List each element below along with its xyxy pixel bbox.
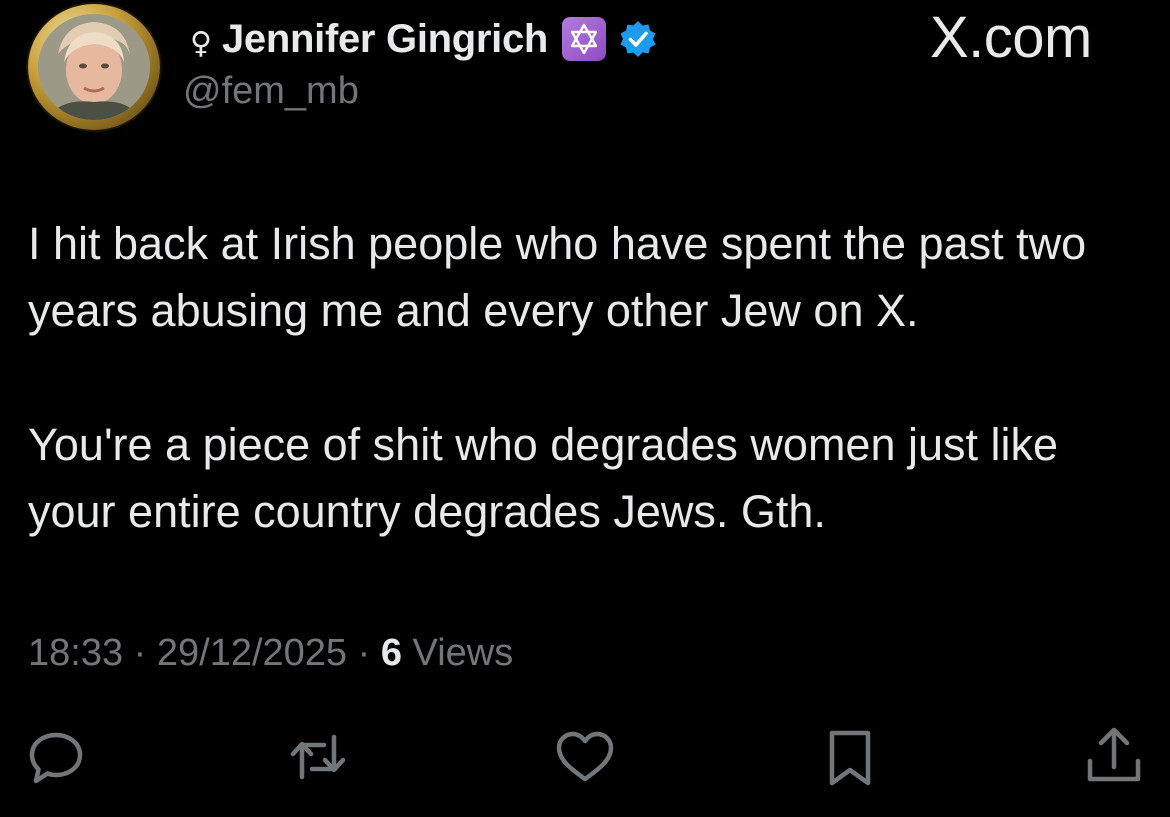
meta-separator: · (347, 632, 381, 674)
views-count: 6 (380, 632, 402, 674)
bookmark-icon[interactable] (818, 725, 882, 789)
avatar-photo (38, 14, 150, 120)
gender-symbol: ♀ (190, 25, 212, 61)
tweet-meta: 18:33 · 29/12/2025 · 6 Views (28, 632, 513, 675)
views-label: Views (412, 632, 514, 674)
avatar[interactable] (28, 4, 160, 130)
star-of-david-icon (562, 17, 607, 61)
author-name-row[interactable]: ♀ Jennifer Gingrich (190, 14, 658, 64)
reply-icon[interactable] (24, 725, 88, 789)
tweet-paragraph: I hit back at Irish people who have spen… (28, 218, 1087, 336)
handle[interactable]: @fem_mb (183, 70, 359, 113)
verified-check-icon (620, 21, 656, 57)
retweet-icon[interactable] (286, 725, 350, 789)
site-mark: X.com (930, 5, 1092, 70)
action-bar (0, 725, 1170, 795)
like-icon[interactable] (553, 725, 617, 789)
tweet-text: I hit back at Irish people who have spen… (28, 210, 1148, 545)
tweet-date[interactable]: 29/12/2025 (157, 632, 347, 674)
tweet-paragraph: You're a piece of shit who degrades wome… (28, 419, 1059, 537)
tweet-time[interactable]: 18:33 (28, 632, 123, 674)
share-icon[interactable] (1082, 725, 1146, 789)
meta-separator: · (123, 632, 157, 674)
display-name[interactable]: Jennifer Gingrich (222, 17, 548, 62)
